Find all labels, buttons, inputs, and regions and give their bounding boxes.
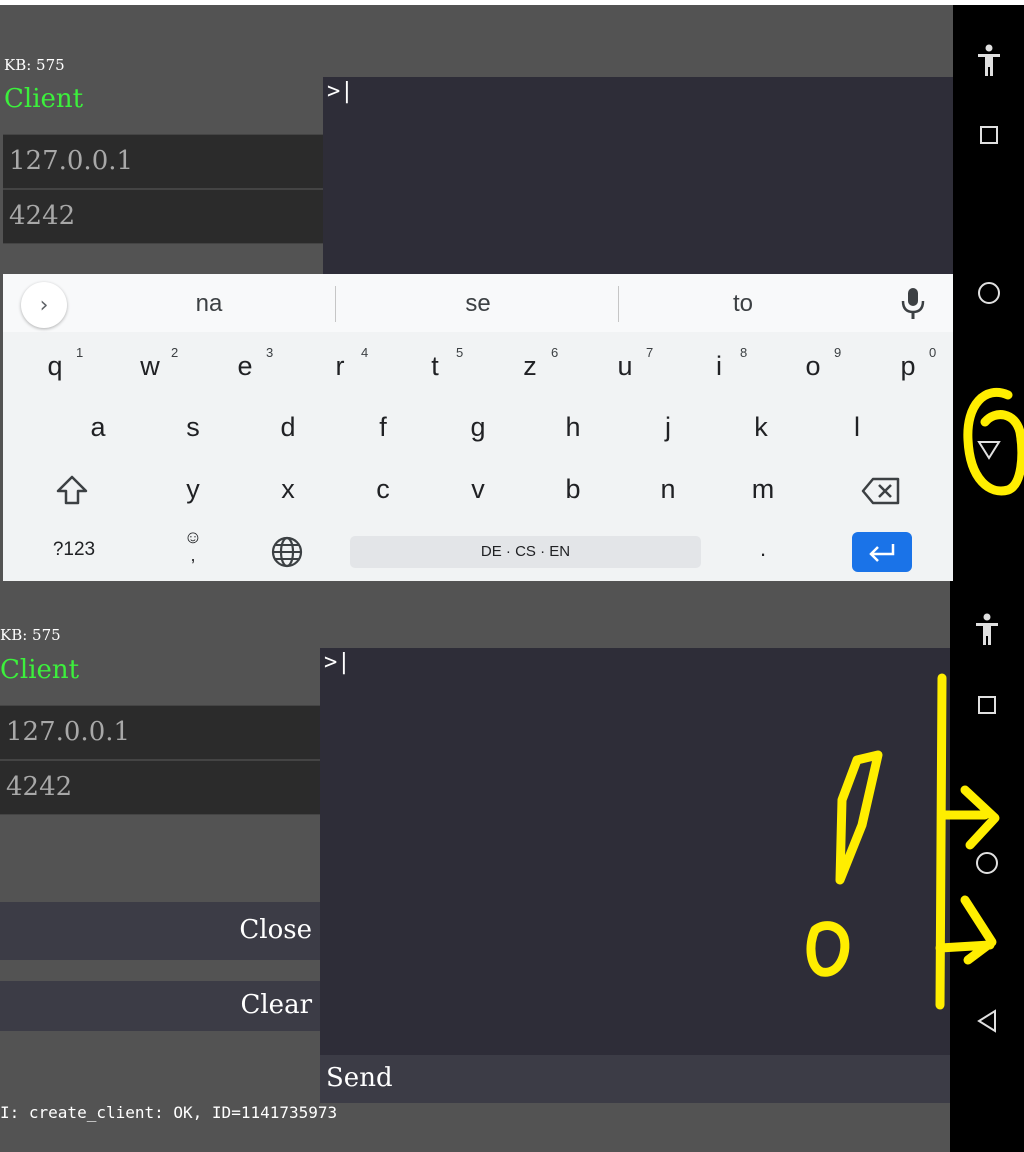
key-w[interactable]: w <box>136 351 164 382</box>
emoji-key[interactable]: ☺ , <box>173 528 213 564</box>
backspace-icon[interactable] <box>861 476 901 513</box>
home-circle-icon[interactable] <box>967 843 1007 883</box>
clear-button[interactable]: Clear <box>0 981 320 1031</box>
key-j[interactable]: j <box>654 412 682 443</box>
key-u[interactable]: u <box>611 351 639 382</box>
enter-icon[interactable] <box>852 532 912 572</box>
key-letter: r <box>335 351 345 381</box>
host-field[interactable]: 127.0.0.1 <box>3 134 323 189</box>
key-number-hint: 2 <box>171 345 179 360</box>
key-s[interactable]: s <box>179 412 207 443</box>
space-bar[interactable]: DE · CS · EN <box>350 536 701 568</box>
comma-sub: , <box>190 545 196 565</box>
key-number-hint: 5 <box>456 345 464 360</box>
back-down-icon[interactable] <box>969 430 1009 470</box>
key-r[interactable]: r <box>326 351 354 382</box>
key-a[interactable]: a <box>84 412 112 443</box>
key-y[interactable]: y <box>179 474 207 505</box>
top-screenshot: KB: 575 Client 127.0.0.1 4242 >| › na se… <box>0 0 1024 581</box>
port-field[interactable]: 4242 <box>0 760 320 815</box>
suggestion-3[interactable]: to <box>628 274 858 332</box>
chevron-right-icon[interactable]: › <box>21 282 67 328</box>
key-d[interactable]: d <box>274 412 302 443</box>
suggestion-divider <box>618 286 619 322</box>
key-n[interactable]: n <box>654 474 682 505</box>
accessibility-icon[interactable] <box>969 40 1009 80</box>
back-icon[interactable] <box>967 1001 1007 1041</box>
key-number-hint: 9 <box>834 345 842 360</box>
kb-label: KB: 575 <box>4 56 65 74</box>
suggestion-bar: › na se to <box>3 274 953 332</box>
microphone-icon[interactable] <box>898 286 928 322</box>
key-m[interactable]: m <box>749 474 777 505</box>
kb-label: KB: 575 <box>0 626 61 644</box>
port-field[interactable]: 4242 <box>3 189 323 244</box>
shift-icon[interactable] <box>55 474 89 513</box>
key-letter: e <box>237 351 253 381</box>
key-x[interactable]: x <box>274 474 302 505</box>
recents-square-icon[interactable] <box>969 115 1009 155</box>
client-label: Client <box>0 655 80 685</box>
key-q[interactable]: q <box>41 351 69 382</box>
client-label: Client <box>4 84 84 114</box>
key-letter: u <box>617 351 633 381</box>
suggestion-2[interactable]: se <box>343 274 613 332</box>
key-l[interactable]: l <box>843 412 871 443</box>
globe-icon[interactable] <box>270 535 304 576</box>
key-letter: p <box>900 351 916 381</box>
emoji-icon: ☺ <box>183 527 203 547</box>
key-number-hint: 4 <box>361 345 369 360</box>
key-c[interactable]: c <box>369 474 397 505</box>
key-number-hint: 0 <box>929 345 937 360</box>
soft-keyboard: › na se to q1 w2 e3 r 4 t 5 z6 u7 i 8 o9 p0 a s d f g h j k… <box>3 274 953 581</box>
key-e[interactable]: e <box>231 351 259 382</box>
key-letter: o <box>805 351 821 381</box>
key-p[interactable]: p <box>894 351 922 382</box>
key-letter: q <box>47 351 63 381</box>
key-v[interactable]: v <box>464 474 492 505</box>
home-circle-icon[interactable] <box>969 273 1009 313</box>
key-number-hint: 3 <box>266 345 274 360</box>
key-h[interactable]: h <box>559 412 587 443</box>
key-letter: w <box>140 351 160 381</box>
accessibility-icon[interactable] <box>967 609 1007 649</box>
bottom-screenshot: KB: 575 Client 127.0.0.1 4242 >| Close C… <box>0 581 1024 1152</box>
recents-square-icon[interactable] <box>967 685 1007 725</box>
key-z[interactable]: z <box>516 351 544 382</box>
key-f[interactable]: f <box>369 412 397 443</box>
key-o[interactable]: o <box>799 351 827 382</box>
key-number-hint: 1 <box>76 345 84 360</box>
key-letter: z <box>523 351 537 381</box>
key-b[interactable]: b <box>559 474 587 505</box>
key-number-hint: 7 <box>646 345 654 360</box>
key-g[interactable]: g <box>464 412 492 443</box>
key-letter: t <box>431 351 439 381</box>
key-t[interactable]: t <box>421 351 449 382</box>
key-k[interactable]: k <box>747 412 775 443</box>
key-number-hint: 6 <box>551 345 559 360</box>
send-button[interactable]: Send <box>320 1055 950 1103</box>
key-i[interactable]: i <box>705 351 733 382</box>
symbols-key[interactable]: ?123 <box>43 539 105 561</box>
close-button[interactable]: Close <box>0 902 320 960</box>
suggestion-1[interactable]: na <box>103 274 315 332</box>
console-output[interactable]: >| <box>320 648 950 1055</box>
console-output[interactable]: >| <box>323 77 953 274</box>
suggestion-divider <box>335 286 336 322</box>
host-field[interactable]: 127.0.0.1 <box>0 705 320 760</box>
key-number-hint: 8 <box>740 345 748 360</box>
status-log: I: create_client: OK, ID=1141735973 <box>0 1103 338 1122</box>
period-key[interactable]: . <box>748 536 778 562</box>
key-letter: i <box>716 351 722 381</box>
